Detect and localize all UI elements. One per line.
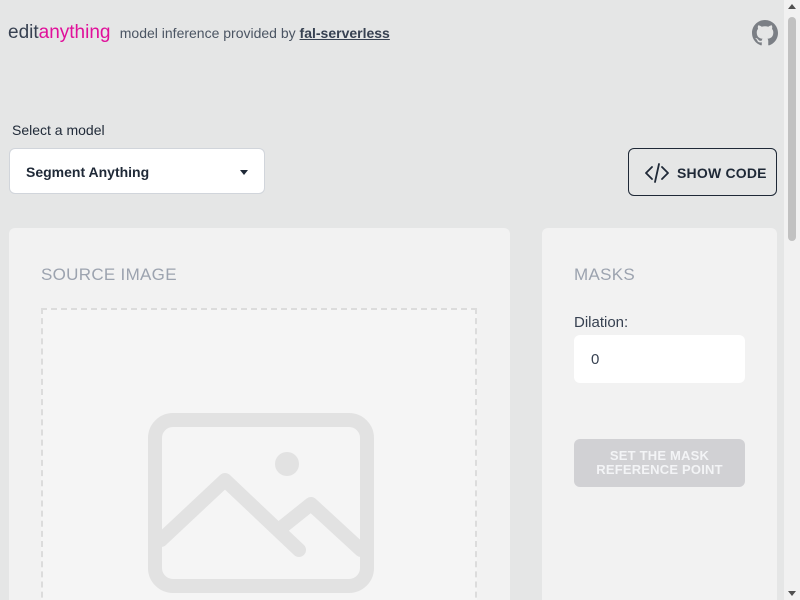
- model-select-value: Segment Anything: [26, 164, 150, 180]
- dilation-label: Dilation:: [574, 314, 629, 331]
- brand-edit: edit: [8, 22, 39, 43]
- scrollbar-thumb[interactable]: [788, 17, 796, 241]
- scrollbar[interactable]: [784, 0, 800, 600]
- image-dropzone[interactable]: [41, 308, 477, 600]
- github-icon[interactable]: [752, 20, 778, 46]
- model-select-label: Select a model: [12, 122, 105, 138]
- tagline: model inference provided by fal-serverle…: [120, 25, 390, 41]
- brand-header: editanything model inference provided by…: [8, 21, 390, 45]
- code-icon: [645, 163, 669, 183]
- source-image-title: SOURCE IMAGE: [41, 265, 177, 284]
- scroll-up-icon[interactable]: [788, 4, 796, 9]
- masks-title: MASKS: [574, 265, 636, 284]
- show-code-label: SHOW CODE: [677, 165, 767, 181]
- image-placeholder-icon: [148, 413, 374, 593]
- tagline-text: model inference provided by: [119, 25, 296, 41]
- model-select[interactable]: Segment Anything: [9, 148, 265, 194]
- masks-card: MASKS Dilation: SET THE MASK REFERENCE P…: [542, 228, 777, 600]
- set-mask-reference-button[interactable]: SET THE MASK REFERENCE POINT: [574, 439, 745, 487]
- page: editanything model inference provided by…: [0, 0, 800, 600]
- source-image-card: SOURCE IMAGE: [9, 228, 510, 600]
- dilation-input[interactable]: [574, 335, 745, 383]
- provider-link[interactable]: fal-serverless: [300, 25, 390, 41]
- show-code-button[interactable]: SHOW CODE: [628, 148, 777, 196]
- chevron-down-icon: [240, 170, 248, 175]
- scroll-down-icon[interactable]: [788, 591, 796, 596]
- brand-anything: anything: [38, 22, 111, 43]
